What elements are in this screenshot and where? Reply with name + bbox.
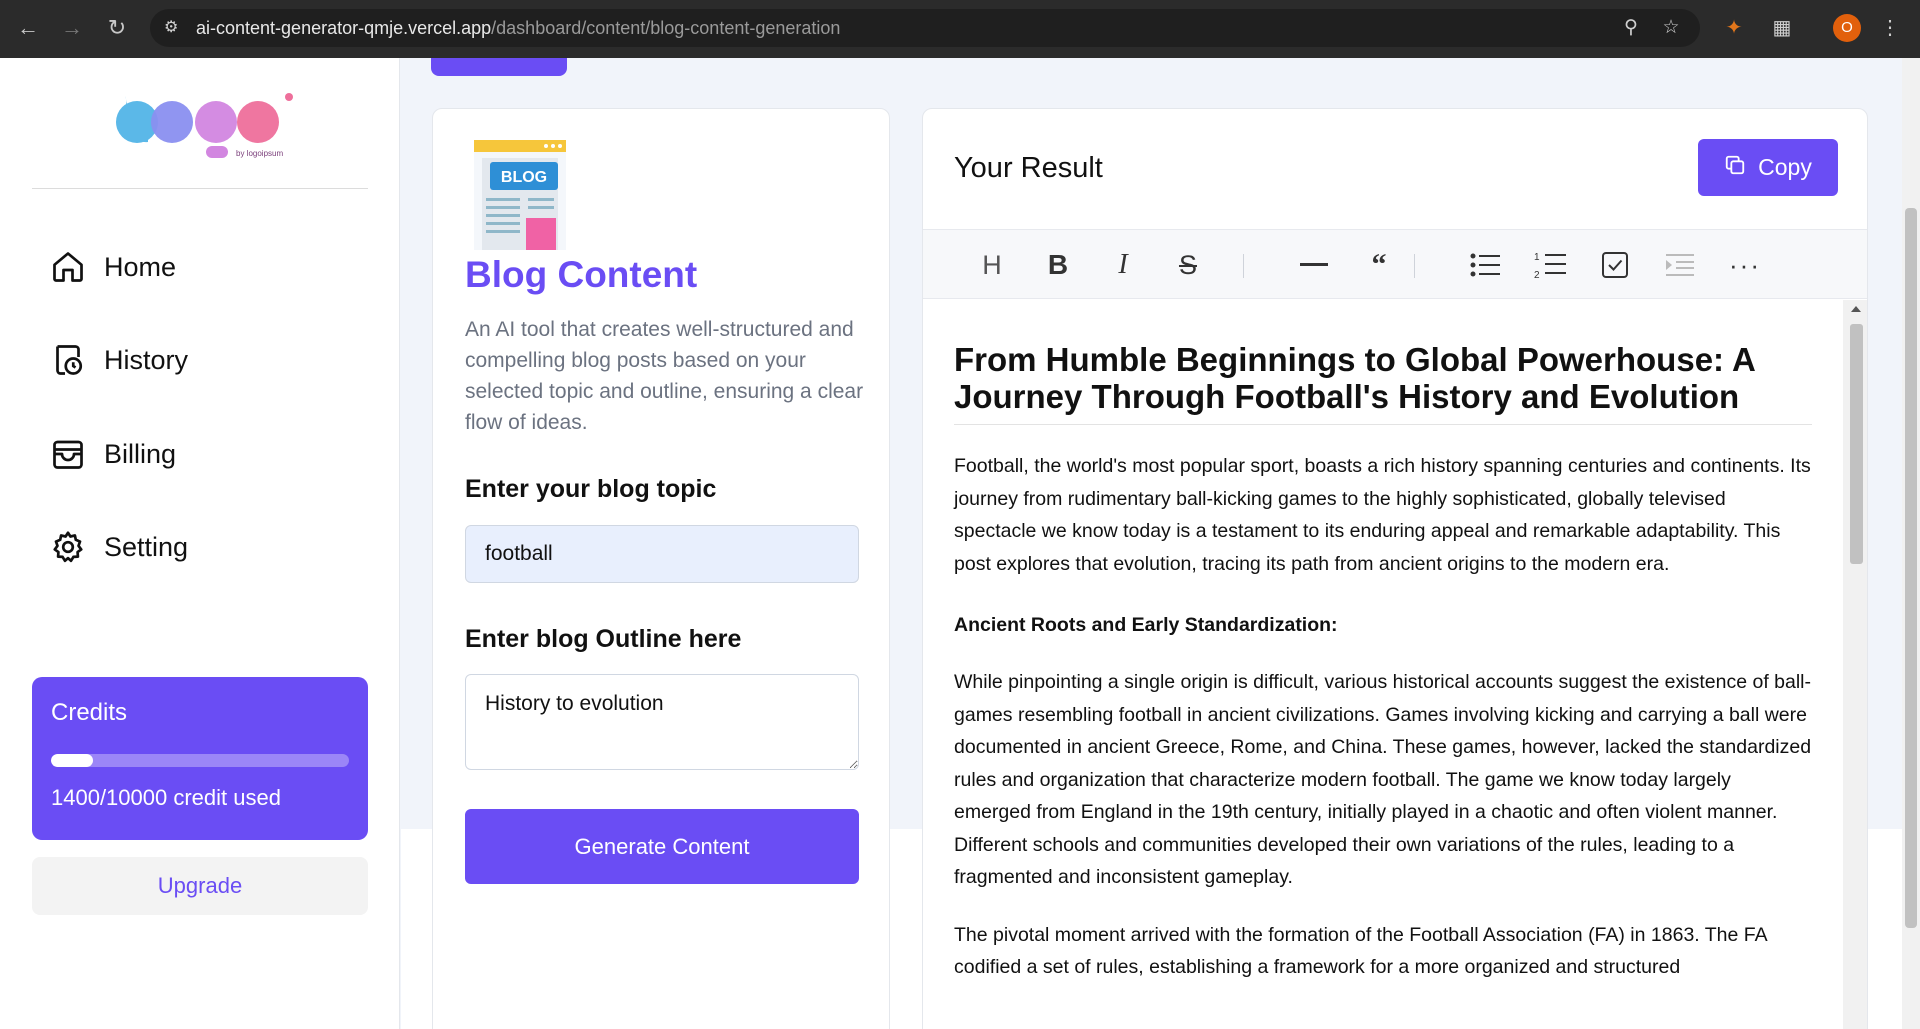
topic-label: Enter your blog topic <box>465 475 717 503</box>
sidebar-item-label: Home <box>104 251 177 282</box>
indent-icon[interactable] <box>1662 247 1698 283</box>
back-button[interactable] <box>431 58 567 76</box>
outline-label: Enter blog Outline here <box>465 625 742 653</box>
ordered-list-icon[interactable]: 12 <box>1532 247 1568 283</box>
editor-scrollbar[interactable] <box>1843 300 1867 1029</box>
extensions-puzzle-icon[interactable]: ▦ <box>1768 14 1796 42</box>
result-title: Your Result <box>954 152 1103 184</box>
home-icon <box>32 247 104 287</box>
italic-icon[interactable]: I <box>1105 247 1141 283</box>
bold-icon[interactable]: B <box>1040 247 1076 283</box>
copy-icon <box>1724 154 1746 182</box>
toolbar-separator <box>1414 254 1415 278</box>
bullet-list-icon[interactable] <box>1467 247 1503 283</box>
editor-content[interactable]: From Humble Beginnings to Global Powerho… <box>923 300 1843 1029</box>
history-icon <box>32 340 104 380</box>
document-paragraph: The pivotal moment arrived with the form… <box>954 923 1767 979</box>
topic-input[interactable] <box>465 525 859 583</box>
editor-toolbar: H B I S “ 12 ··· <box>923 229 1867 299</box>
credits-panel: Credits 1400/10000 credit used <box>32 677 368 840</box>
page-scrollbar[interactable] <box>1902 58 1920 1029</box>
forward-icon[interactable]: → <box>58 14 86 42</box>
copy-label: Copy <box>1758 154 1812 180</box>
scroll-up-arrow-icon[interactable] <box>1851 306 1861 312</box>
credits-progress-bar <box>51 754 349 767</box>
credits-used-text: 1400/10000 credit used <box>51 785 281 810</box>
sidebar-item-label: Billing <box>104 438 177 469</box>
document-paragraph: Football, the world's most popular sport… <box>954 455 1811 575</box>
site-settings-icon[interactable]: ⚙ <box>164 18 184 38</box>
back-icon[interactable]: ← <box>14 14 42 42</box>
bookmark-star-icon[interactable]: ☆ <box>1660 17 1682 39</box>
sidebar-item-setting[interactable]: Setting <box>32 515 368 579</box>
address-bar[interactable]: ⚙ ai-content-generator-qmje.vercel.app/d… <box>150 9 1700 47</box>
result-card: Your Result Copy H B I S “ 12 ··· From H… <box>922 108 1868 1029</box>
browser-menu-icon[interactable]: ⋮ <box>1880 14 1900 42</box>
page-title: Blog Content <box>465 254 698 295</box>
toolbar-separator <box>1243 254 1244 278</box>
more-icon[interactable]: ··· <box>1727 247 1763 283</box>
upgrade-button[interactable]: Upgrade <box>32 857 368 915</box>
sidebar-item-label: History <box>104 344 189 375</box>
gear-icon <box>32 527 104 567</box>
logo-caption: by logoipsum <box>236 149 283 158</box>
outline-textarea[interactable]: History to evolution <box>465 674 859 770</box>
billing-icon <box>32 434 104 474</box>
quote-icon[interactable]: “ <box>1361 247 1397 283</box>
editor-scroll-thumb[interactable] <box>1850 324 1863 564</box>
credits-progress-fill <box>51 754 93 767</box>
sidebar-item-billing[interactable]: Billing <box>32 422 368 486</box>
document-paragraph: While pinpointing a single origin is dif… <box>954 671 1812 888</box>
sidebar-item-home[interactable]: Home <box>32 235 368 299</box>
svg-text:1: 1 <box>1534 252 1540 263</box>
document-title: From Humble Beginnings to Global Powerho… <box>954 341 1812 425</box>
reload-icon[interactable]: ↻ <box>103 14 131 42</box>
blog-image-text: BLOG <box>501 169 547 186</box>
metamask-extension-icon[interactable]: ✦ <box>1720 14 1748 42</box>
brand-logo[interactable]: by logoipsum <box>104 86 294 176</box>
profile-avatar[interactable]: O <box>1833 14 1861 42</box>
svg-text:2: 2 <box>1534 270 1540 280</box>
zoom-icon[interactable]: ⚲ <box>1620 17 1642 39</box>
generate-content-button[interactable]: Generate Content <box>465 809 859 884</box>
sidebar: by logoipsum Home History Billing Settin… <box>0 58 400 1029</box>
page-scroll-thumb[interactable] <box>1905 208 1917 928</box>
browser-toolbar: ← → ↻ ⚙ ai-content-generator-qmje.vercel… <box>0 0 1920 58</box>
sidebar-item-label: Setting <box>104 531 189 562</box>
sidebar-divider <box>32 188 368 189</box>
form-card: BLOG Blog Content An AI tool that create… <box>432 108 890 1029</box>
sidebar-item-history[interactable]: History <box>32 328 368 392</box>
document-section-heading: Ancient Roots and Early Standardization: <box>954 614 1338 636</box>
strikethrough-icon[interactable]: S <box>1170 247 1206 283</box>
main-content: BLOG Blog Content An AI tool that create… <box>401 58 1902 1029</box>
credits-title: Credits <box>51 699 128 726</box>
horizontal-rule-icon[interactable] <box>1296 247 1332 283</box>
blog-template-image: BLOG <box>474 140 566 250</box>
page-description: An AI tool that creates well-structured … <box>465 318 864 434</box>
url-text[interactable]: ai-content-generator-qmje.vercel.app/das… <box>196 18 840 39</box>
task-list-icon[interactable] <box>1597 247 1633 283</box>
heading-icon[interactable]: H <box>974 247 1010 283</box>
copy-button[interactable]: Copy <box>1698 139 1838 196</box>
